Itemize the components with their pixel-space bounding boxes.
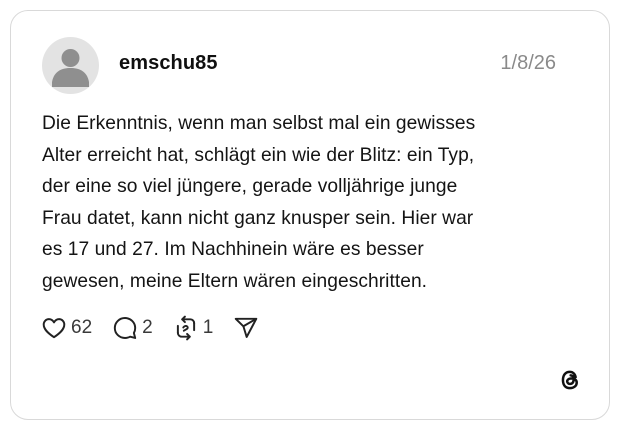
post-text-line: der eine so viel jüngere, gerade volljäh…: [42, 176, 458, 198]
repost-count: 1: [202, 317, 214, 338]
post-text-line: es 17 und 27. Im Nachhinein wäre es bess…: [42, 239, 424, 261]
username[interactable]: emschu85: [119, 51, 218, 75]
post-text-line: Frau datet, kann nicht ganz knusper sein…: [42, 207, 474, 229]
default-avatar-icon: [52, 49, 89, 87]
post-text-line: Alter erreicht hat, schlägt ein wie der …: [42, 144, 475, 166]
post-text-line: gewesen, meine Eltern wären eingeschritt…: [42, 270, 428, 292]
action-bar: 62 2 1: [41, 313, 279, 343]
repost-button[interactable]: 1: [173, 315, 214, 341]
post-card: emschu85 1/8/26 Die Erkenntnis, wenn man…: [10, 10, 610, 420]
reply-button[interactable]: 2: [112, 315, 153, 341]
heart-icon: [42, 318, 66, 339]
reply-count: 2: [142, 317, 153, 338]
like-count: 62: [71, 317, 93, 338]
threads-logo-icon: [557, 367, 583, 393]
repost-icon: [176, 315, 195, 341]
avatar[interactable]: [42, 37, 99, 94]
comment-bubble-icon: [113, 317, 137, 339]
post-text: Die Erkenntnis, wenn man selbst mal ein …: [42, 108, 572, 298]
share-button[interactable]: [233, 315, 259, 341]
send-icon: [235, 317, 258, 338]
like-button[interactable]: 62: [41, 315, 92, 341]
post-date: 1/8/26: [500, 52, 556, 74]
post-text-line: Die Erkenntnis, wenn man selbst mal ein …: [42, 113, 476, 134]
